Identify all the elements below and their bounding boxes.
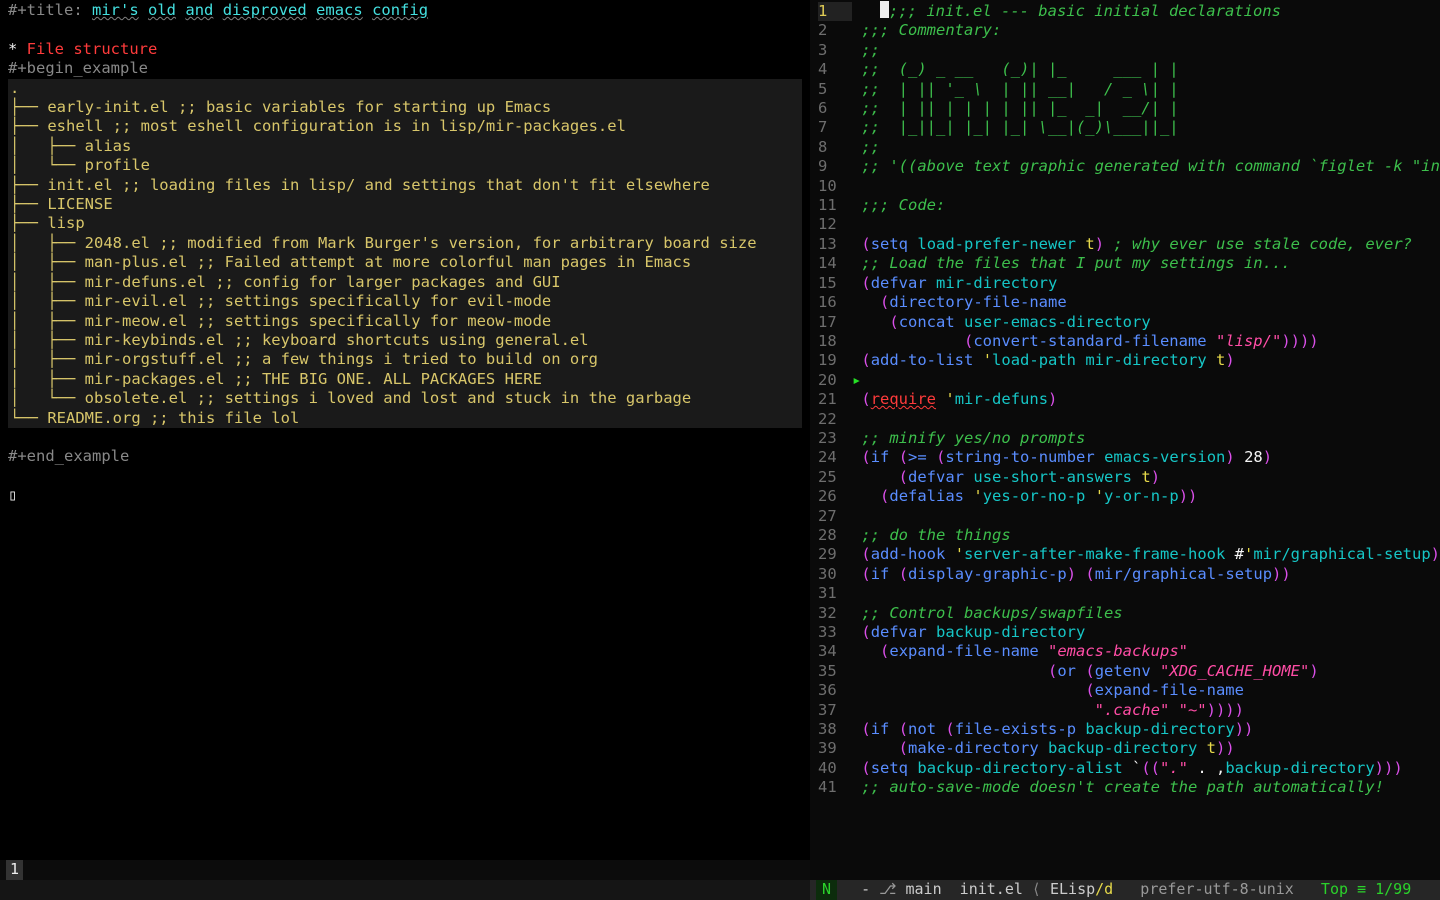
- tree-line: │ ├── mir-evil.el ;; settings specifical…: [10, 292, 551, 310]
- left-tab-bar[interactable]: 1: [0, 860, 810, 880]
- code-line[interactable]: 20▸: [818, 371, 861, 389]
- code-line[interactable]: 26 (defalias 'yes-or-no-p 'y-or-n-p)): [818, 487, 1197, 505]
- title-word: and: [185, 1, 213, 19]
- tree-line: │ └── profile: [10, 156, 150, 174]
- code-line[interactable]: 35 (or (getenv "XDG_CACHE_HOME"): [818, 662, 1319, 680]
- code-line[interactable]: 38 (if (not (file-exists-p backup-direct…: [818, 720, 1253, 738]
- title-word: old: [148, 1, 176, 19]
- title-word: mir's: [92, 1, 139, 19]
- mode-sep: /: [1095, 880, 1104, 899]
- org-heading-star: *: [8, 40, 27, 58]
- right-buffer[interactable]: 1 ;;; init.el --- basic initial declarat…: [810, 0, 1440, 880]
- buffer-name: init.el: [942, 880, 1023, 899]
- tree-line: .: [10, 79, 19, 97]
- code-line[interactable]: 40 (setq backup-directory-alist `(("." .…: [818, 759, 1403, 777]
- code-line[interactable]: 25 (defvar use-short-answers t): [818, 468, 1160, 486]
- code-line[interactable]: 4 ;; (_) _ __ (_)| |_ ___ | |: [818, 60, 1179, 78]
- code-line[interactable]: 14 ;; Load the files that I put my setti…: [818, 254, 1291, 272]
- left-buffer[interactable]: #+title: mir's old and disproved emacs c…: [0, 0, 810, 860]
- tree-line: ├── lisp: [10, 214, 85, 232]
- code-line[interactable]: 7 ;; |_||_| |_| |_| \__|(_)\___||_|: [818, 118, 1179, 136]
- code-line[interactable]: 18 (convert-standard-filename "lisp/")))…: [818, 332, 1319, 350]
- tree-line: │ ├── alias: [10, 137, 131, 155]
- code-line[interactable]: 24 (if (>= (string-to-number emacs-versi…: [818, 448, 1272, 466]
- evil-state-indicator: N: [816, 880, 837, 899]
- tree-line: │ └── obsolete.el ;; settings i loved an…: [10, 389, 691, 407]
- editor-split: #+title: mir's old and disproved emacs c…: [0, 0, 1440, 900]
- code-line[interactable]: 30 (if (display-graphic-p) (mir/graphica…: [818, 565, 1291, 583]
- code-line[interactable]: 11 ;;; Code:: [818, 196, 945, 214]
- code-line[interactable]: 15 (defvar mir-directory: [818, 274, 1057, 292]
- org-heading[interactable]: File structure: [27, 40, 158, 58]
- code-line[interactable]: 21 (require 'mir-defuns): [818, 390, 1057, 408]
- tree-line: ├── LICENSE: [10, 195, 113, 213]
- code-line[interactable]: 3 ;;: [818, 41, 880, 59]
- code-line[interactable]: 16 (directory-file-name: [818, 293, 1067, 311]
- cursor-left: ▯: [8, 486, 17, 504]
- modeline-mod: -: [843, 880, 879, 899]
- code-line[interactable]: 23 ;; minify yes/no prompts: [818, 429, 1085, 447]
- code-line[interactable]: 19 (add-to-list 'load-path mir-directory…: [818, 351, 1235, 369]
- tree-line: │ ├── man-plus.el ;; Failed attempt at m…: [10, 253, 691, 271]
- title-word: disproved: [223, 1, 307, 19]
- code-line[interactable]: 17 (concat user-emacs-directory: [818, 313, 1151, 331]
- code-line[interactable]: 41 ;; auto-save-mode doesn't create the …: [818, 778, 1384, 796]
- modeline-sep: ⟨: [1023, 880, 1050, 899]
- title-word: emacs: [316, 1, 363, 19]
- code-line[interactable]: 6 ;; | || | | | | || |_ _| __/| |: [818, 99, 1179, 117]
- code-line[interactable]: 13 (setq load-prefer-newer t) ; why ever…: [818, 235, 1412, 253]
- title-word: config: [372, 1, 428, 19]
- code-line[interactable]: 29 (add-hook 'server-after-make-frame-ho…: [818, 545, 1440, 563]
- code-line[interactable]: 36 (expand-file-name: [818, 681, 1244, 699]
- code-line[interactable]: 31: [818, 584, 861, 602]
- gutter-arrow-icon: ▸: [852, 371, 861, 389]
- minor-mode: d: [1104, 880, 1113, 899]
- tree-line: │ ├── mir-defuns.el ;; config for larger…: [10, 273, 561, 291]
- tab-1[interactable]: 1: [6, 860, 23, 879]
- vcs-icon: ⎇: [879, 880, 896, 899]
- code-line[interactable]: 2 ;;; Commentary:: [818, 21, 1001, 39]
- cursor-right: [880, 1, 889, 18]
- org-begin-example: #+begin_example: [8, 59, 148, 77]
- tree-line: └── README.org ;; this file lol: [10, 409, 299, 427]
- tree-line: │ ├── 2048.el ;; modified from Mark Burg…: [10, 234, 757, 252]
- code-line[interactable]: 8 ;;: [818, 138, 880, 156]
- code-line[interactable]: 1 ;;; init.el --- basic initial declarat…: [818, 2, 1281, 20]
- tree-line: │ ├── mir-packages.el ;; THE BIG ONE. AL…: [10, 370, 542, 388]
- major-mode: ELisp: [1050, 880, 1095, 899]
- code-line[interactable]: 9 ;; '((above text graphic generated wit…: [818, 157, 1440, 175]
- code-line[interactable]: 27: [818, 507, 861, 525]
- code-line[interactable]: 22: [818, 410, 861, 428]
- tree-line: ├── init.el ;; loading files in lisp/ an…: [10, 176, 710, 194]
- vcs-branch: main: [896, 880, 941, 899]
- position: Top ≡ 1/99: [1294, 880, 1411, 899]
- tree-line: │ ├── mir-orgstuff.el ;; a few things i …: [10, 350, 598, 368]
- tree-line: ├── early-init.el ;; basic variables for…: [10, 98, 551, 116]
- code-line[interactable]: 37 ".cache" "~")))): [818, 701, 1253, 719]
- right-modeline: N - ⎇ main init.el ⟨ ELisp / d prefer-ut…: [810, 880, 1440, 900]
- tree-line: ├── eshell ;; most eshell configuration …: [10, 117, 626, 135]
- tree-line: │ ├── mir-keybinds.el ;; keyboard shortc…: [10, 331, 589, 349]
- org-keyword: #+title:: [8, 1, 92, 19]
- code-line[interactable]: 33 (defvar backup-directory: [818, 623, 1085, 641]
- code-line[interactable]: 10: [818, 177, 861, 195]
- left-modeline: [0, 880, 810, 900]
- example-block: . ├── early-init.el ;; basic variables f…: [8, 79, 802, 428]
- code-line[interactable]: 5 ;; | || '_ \ | || __| / _ \| |: [818, 80, 1179, 98]
- encoding: prefer-utf-8-unix: [1113, 880, 1294, 899]
- code-line[interactable]: 34 (expand-file-name "emacs-backups": [818, 642, 1188, 660]
- code-line[interactable]: 32 ;; Control backups/swapfiles: [818, 604, 1123, 622]
- org-end-example: #+end_example: [8, 447, 129, 465]
- code-line[interactable]: 12: [818, 215, 861, 233]
- left-pane[interactable]: #+title: mir's old and disproved emacs c…: [0, 0, 810, 900]
- code-line[interactable]: 39 (make-directory backup-directory t)): [818, 739, 1235, 757]
- tree-line: │ ├── mir-meow.el ;; settings specifical…: [10, 312, 551, 330]
- code-line[interactable]: 28 ;; do the things: [818, 526, 1011, 544]
- right-pane[interactable]: 1 ;;; init.el --- basic initial declarat…: [810, 0, 1440, 900]
